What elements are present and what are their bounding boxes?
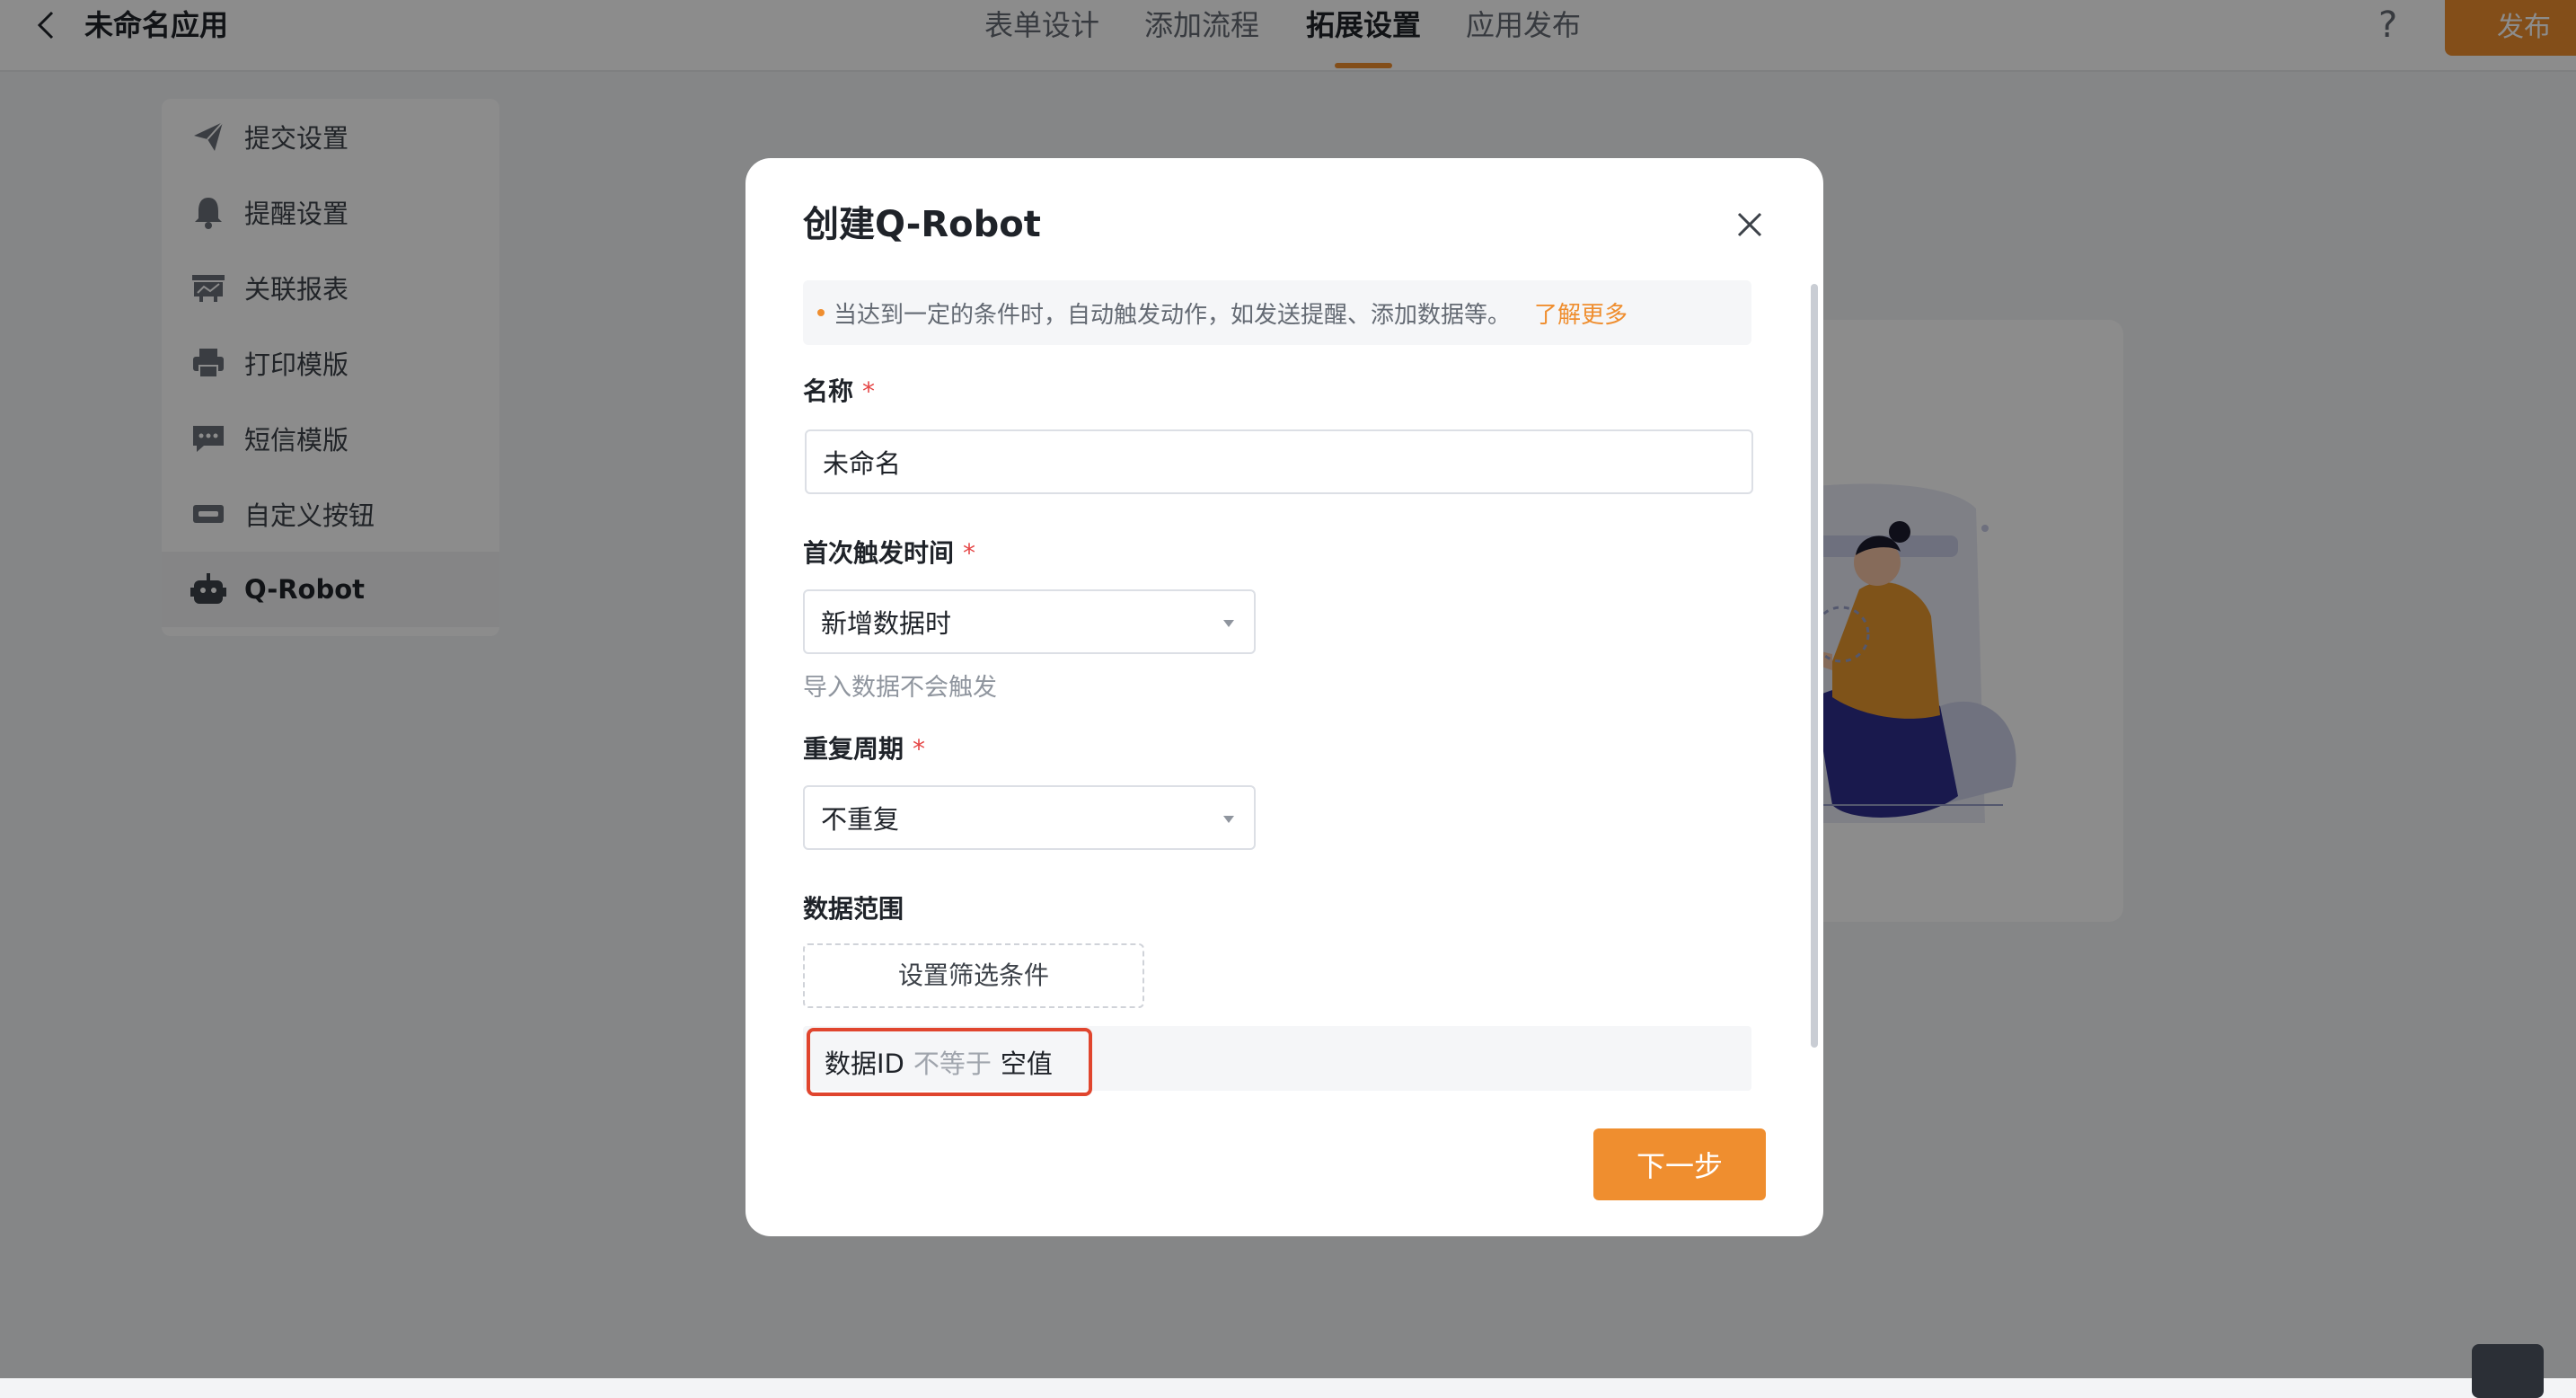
- required-mark: *: [963, 538, 976, 568]
- learn-more-link[interactable]: 了解更多: [1534, 296, 1628, 330]
- trigger-time-value: 新增数据时: [821, 608, 952, 639]
- trigger-time-label: 首次触发时间 *: [803, 535, 975, 571]
- trigger-time-select[interactable]: 新增数据时: [803, 589, 1256, 654]
- dialog-scrollbar[interactable]: [1811, 284, 1818, 1048]
- trigger-hint: 导入数据不会触发: [803, 674, 997, 702]
- next-step-button[interactable]: 下一步: [1593, 1128, 1766, 1200]
- set-filter-button[interactable]: 设置筛选条件: [803, 943, 1144, 1008]
- floating-action-button[interactable]: [2472, 1344, 2544, 1398]
- dropdown-caret-icon: [1223, 816, 1234, 823]
- dropdown-caret-icon: [1223, 620, 1234, 627]
- trigger-label-text: 首次触发时间: [803, 538, 955, 568]
- repeat-label-text: 重复周期: [803, 734, 904, 764]
- create-q-robot-dialog: 创建Q-Robot 当达到一定的条件时，自动触发动作，如发送提醒、添加数据等。 …: [745, 158, 1823, 1236]
- notice-text: 当达到一定的条件时，自动触发动作，如发送提醒、添加数据等。: [834, 301, 1512, 329]
- data-range-label: 数据范围: [803, 894, 904, 924]
- required-mark: *: [862, 376, 876, 406]
- close-icon[interactable]: [1732, 207, 1768, 243]
- bullet-icon: [817, 309, 825, 316]
- name-field-label: 名称 *: [803, 374, 875, 410]
- filter-condition[interactable]: 数据ID 不等于 空值: [807, 1028, 1092, 1096]
- condition-operator: 不等于: [913, 1048, 992, 1079]
- repeat-cycle-label: 重复周期 *: [803, 731, 925, 767]
- name-label-text: 名称: [803, 376, 854, 406]
- info-notice: 当达到一定的条件时，自动触发动作，如发送提醒、添加数据等。 了解更多: [803, 280, 1751, 345]
- repeat-cycle-select[interactable]: 不重复: [803, 785, 1256, 850]
- required-mark: *: [913, 734, 926, 764]
- dialog-title: 创建Q-Robot: [803, 204, 1041, 245]
- condition-value: 空值: [1000, 1048, 1053, 1079]
- repeat-cycle-value: 不重复: [821, 804, 900, 835]
- condition-field: 数据ID: [825, 1048, 904, 1079]
- name-input[interactable]: [805, 429, 1753, 494]
